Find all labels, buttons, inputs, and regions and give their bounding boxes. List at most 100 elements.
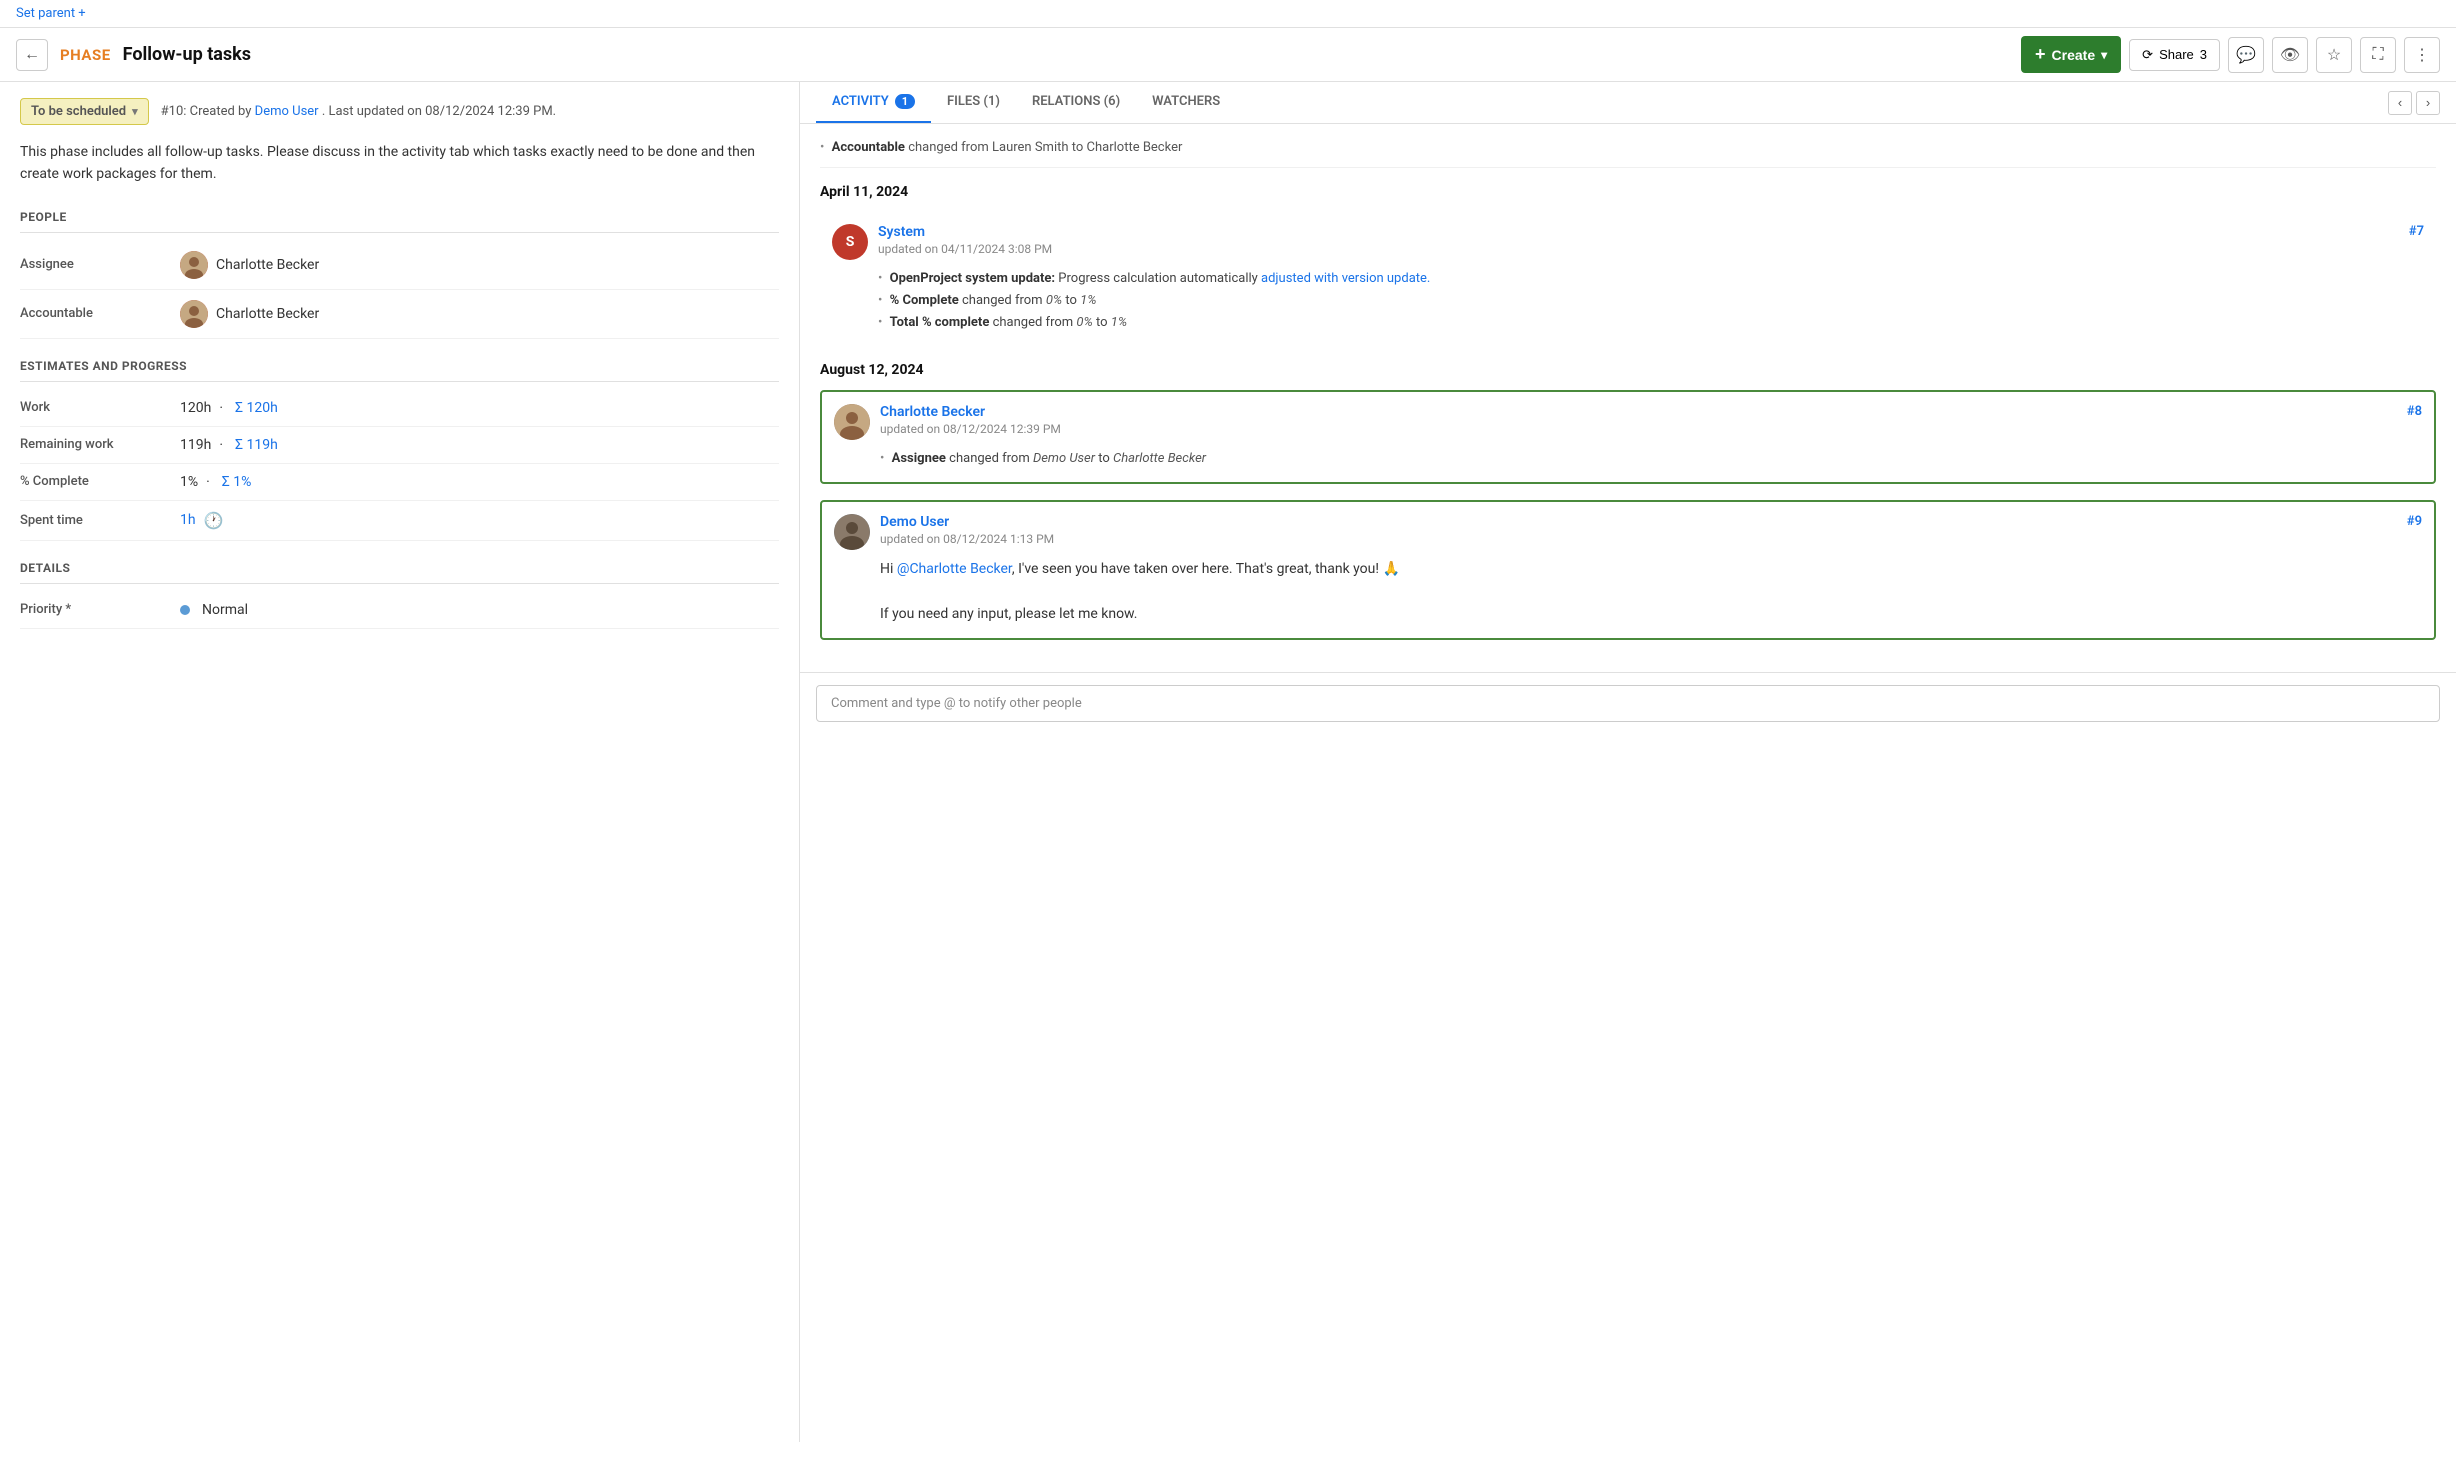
system-entry-header: S System updated on 04/11/2024 3:08 PM #… <box>832 224 2424 260</box>
openproject-label: OpenProject system update: <box>890 271 1055 286</box>
charlotte-time: updated on 08/12/2024 12:39 PM <box>880 422 2397 436</box>
spent-hours[interactable]: 1h <box>180 512 196 528</box>
accountable-change-text: changed from <box>908 140 992 155</box>
main-layout: To be scheduled ▾ #10: Created by Demo U… <box>0 82 2456 1442</box>
accountable-row: Accountable Charlotte Becker <box>20 290 779 339</box>
total-pct-label: Total % complete <box>890 315 990 330</box>
more-icon-button[interactable]: ⋮ <box>2404 37 2440 73</box>
demo-user[interactable]: Demo User <box>880 514 2397 530</box>
meta-tail: . Last updated on 08/12/2024 12:39 PM. <box>322 104 556 119</box>
charlotte-changes: • Assignee changed from Demo User to Cha… <box>834 448 2422 470</box>
tab-activity[interactable]: ACTIVITY 1 <box>816 82 931 123</box>
tab-nav-next[interactable]: › <box>2416 91 2440 115</box>
system-user[interactable]: System <box>878 224 2399 240</box>
tab-activity-label: ACTIVITY <box>832 94 889 109</box>
charlotte-entry-num: #8 <box>2407 404 2422 419</box>
accountable-value: Charlotte Becker <box>180 300 319 328</box>
mention-link[interactable]: @Charlotte Becker <box>897 561 1012 577</box>
assignee-to: Charlotte Becker <box>1113 451 1206 466</box>
share-icon: ⟳ <box>2142 47 2153 63</box>
priority-text: Normal <box>202 602 248 618</box>
fullscreen-icon-button[interactable]: ⛶ <box>2360 37 2396 73</box>
work-value: 120h · Σ 120h <box>180 400 278 416</box>
comment-input-area: Comment and type @ to notify other peopl… <box>800 672 2456 734</box>
tab-nav: ‹ › <box>2388 91 2440 115</box>
complete-label: % Complete <box>20 474 180 489</box>
work-hours: 120h <box>180 400 211 416</box>
watch-icon-button[interactable]: ☆ <box>2316 37 2352 73</box>
tab-files-label: FILES (1) <box>947 94 1000 109</box>
tab-files[interactable]: FILES (1) <box>931 82 1016 123</box>
tabs-bar: ACTIVITY 1 FILES (1) RELATIONS (6) WATCH… <box>800 82 2456 124</box>
spent-row: Spent time 1h 🕐 <box>20 501 779 541</box>
demo-activity-entry: Demo User updated on 08/12/2024 1:13 PM … <box>820 500 2436 639</box>
charlotte-user[interactable]: Charlotte Becker <box>880 404 2397 420</box>
assignee-change: • Assignee changed from Demo User to Cha… <box>880 448 2422 470</box>
comment-line-2: If you need any input, please let me kno… <box>880 603 2422 625</box>
back-button[interactable]: ← <box>16 39 48 71</box>
assignee-name: Charlotte Becker <box>216 257 319 273</box>
tab-relations-label: RELATIONS (6) <box>1032 94 1120 109</box>
spent-label: Spent time <box>20 513 180 528</box>
comment-line-1-rest: , I've seen you have taken over here. Th… <box>1012 561 1400 577</box>
system-change-2: • % Complete changed from 0% to 1% <box>878 290 2424 312</box>
demo-entry-header: Demo User updated on 08/12/2024 1:13 PM … <box>834 514 2422 550</box>
assignee-avatar <box>180 251 208 279</box>
total-pct-from: 0% <box>1076 315 1092 330</box>
comment-icon-button[interactable]: 💬 <box>2228 37 2264 73</box>
pre-activity: • Accountable changed from Lauren Smith … <box>820 140 2436 168</box>
set-parent-link[interactable]: Set parent + <box>16 6 86 21</box>
priority-dot <box>180 605 190 615</box>
complete-row: % Complete 1% · Σ 1% <box>20 464 779 501</box>
work-label: Work <box>20 400 180 415</box>
status-row: To be scheduled ▾ #10: Created by Demo U… <box>20 98 779 125</box>
tab-nav-prev[interactable]: ‹ <box>2388 91 2412 115</box>
remaining-sigma[interactable]: Σ 119h <box>235 437 278 453</box>
meta-user-link[interactable]: Demo User <box>255 104 319 119</box>
spent-value: 1h 🕐 <box>180 511 224 530</box>
work-sigma[interactable]: Σ 120h <box>235 400 278 416</box>
tab-watchers[interactable]: WATCHERS <box>1136 82 1236 123</box>
version-update-link[interactable]: adjusted with version update. <box>1261 271 1430 286</box>
comment-input[interactable]: Comment and type @ to notify other peopl… <box>816 685 2440 722</box>
phase-label: PHASE <box>60 46 111 64</box>
april-date: April 11, 2024 <box>820 184 2436 200</box>
status-badge[interactable]: To be scheduled ▾ <box>20 98 149 125</box>
eye-icon-button[interactable]: 👁 <box>2272 37 2308 73</box>
share-button[interactable]: ⟳ Share 3 <box>2129 39 2220 71</box>
tab-relations[interactable]: RELATIONS (6) <box>1016 82 1136 123</box>
complete-sigma[interactable]: Σ 1% <box>222 474 252 490</box>
charlotte-avatar <box>834 404 870 440</box>
plus-icon: + <box>2035 44 2046 65</box>
assignee-value: Charlotte Becker <box>180 251 319 279</box>
share-count: 3 <box>2200 47 2207 62</box>
chevron-down-icon: ▾ <box>132 105 138 118</box>
tab-watchers-label: WATCHERS <box>1152 94 1220 109</box>
demo-entry-num: #9 <box>2407 514 2422 529</box>
page-title: Follow-up tasks <box>123 44 251 65</box>
bullet-icon: • <box>878 315 882 330</box>
pct-complete-label: % Complete <box>890 293 959 308</box>
assignee-row: Assignee Charlotte Becker <box>20 241 779 290</box>
complete-pct: 1% <box>180 474 198 490</box>
bullet-icon: • <box>880 451 884 466</box>
create-button[interactable]: + Create ▾ <box>2021 36 2121 73</box>
top-bar: Set parent + <box>0 0 2456 28</box>
demo-time: updated on 08/12/2024 1:13 PM <box>880 532 2397 546</box>
bullet-icon: • <box>878 271 882 286</box>
total-pct-to: 1% <box>1111 315 1127 330</box>
right-panel: ACTIVITY 1 FILES (1) RELATIONS (6) WATCH… <box>800 82 2456 1442</box>
demo-avatar <box>834 514 870 550</box>
status-label: To be scheduled <box>31 104 126 119</box>
charlotte-entry-header: Charlotte Becker updated on 08/12/2024 1… <box>834 404 2422 440</box>
header-right: + Create ▾ ⟳ Share 3 💬 👁 ☆ ⛶ ⋮ <box>2021 36 2440 73</box>
system-entry-num: #7 <box>2409 224 2424 239</box>
system-meta: System updated on 04/11/2024 3:08 PM <box>878 224 2399 256</box>
activity-content: • Accountable changed from Lauren Smith … <box>800 124 2456 672</box>
system-change-3: • Total % complete changed from 0% to 1% <box>878 312 2424 334</box>
details-section-title: DETAILS <box>20 561 779 584</box>
accountable-change-label: Accountable <box>832 140 905 155</box>
charlotte-activity-entry: Charlotte Becker updated on 08/12/2024 1… <box>820 390 2436 484</box>
remaining-hours: 119h <box>180 437 211 453</box>
create-label: Create <box>2052 47 2096 63</box>
